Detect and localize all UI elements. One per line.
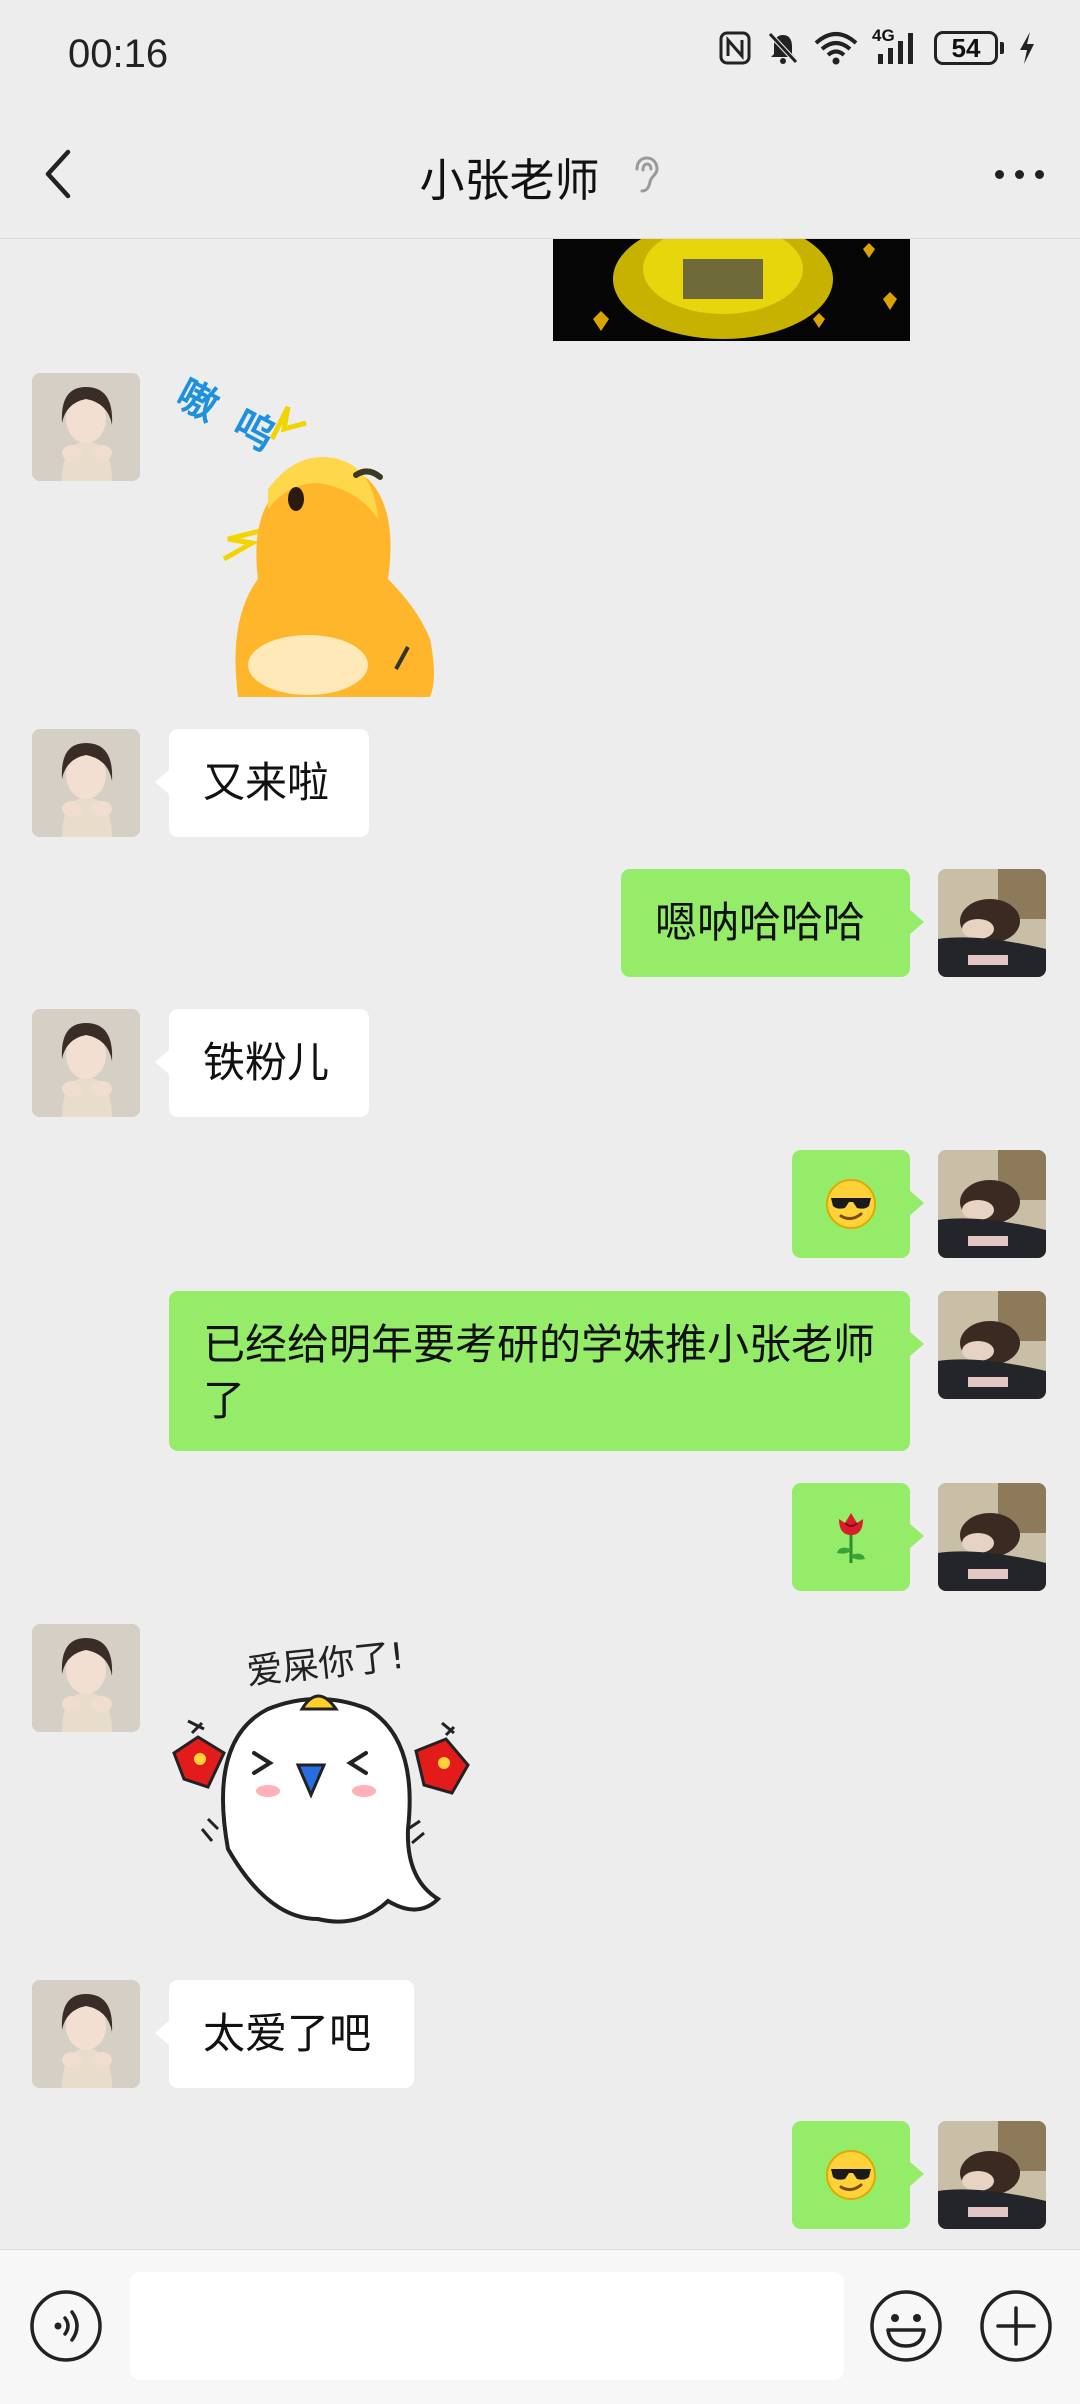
wifi-icon bbox=[814, 32, 858, 65]
input-bar bbox=[0, 2249, 1080, 2404]
mute-bell-icon bbox=[768, 32, 798, 64]
more-functions-button[interactable] bbox=[978, 2288, 1054, 2368]
contact-avatar[interactable] bbox=[32, 1980, 140, 2088]
message-bubble-sent[interactable]: 已经给明年要考研的学妹推小张老师了 bbox=[169, 1291, 924, 1451]
message-text: 太爱了吧 bbox=[203, 2009, 372, 2058]
ghost-sticker[interactable]: 爱屎你了! bbox=[168, 1629, 486, 1947]
contact-avatar[interactable] bbox=[32, 729, 140, 837]
my-avatar[interactable] bbox=[938, 1291, 1046, 1399]
cellular-signal-icon: 4G bbox=[872, 26, 920, 66]
contact-avatar[interactable] bbox=[32, 1009, 140, 1117]
image-message[interactable] bbox=[553, 239, 910, 341]
chat-header: 小张老师 bbox=[0, 112, 1080, 239]
voice-input-button[interactable] bbox=[28, 2288, 104, 2368]
sunglasses-smile-icon bbox=[826, 1179, 876, 1229]
emoji-message-sent[interactable]: 😎 bbox=[792, 1150, 924, 1258]
status-icons: 4G 54 bbox=[718, 26, 1036, 66]
message-text: 铁粉儿 bbox=[203, 1038, 330, 1087]
voice-icon bbox=[30, 2290, 102, 2362]
emoji-button[interactable] bbox=[868, 2288, 944, 2368]
message-text: 嗯呐哈哈哈 bbox=[655, 898, 866, 947]
message-text: 已经给明年要考研的学妹推小张老师了 bbox=[203, 1320, 876, 1425]
message-bubble-sent[interactable]: 嗯呐哈哈哈 bbox=[621, 869, 924, 977]
dot-icon bbox=[1015, 170, 1024, 179]
contact-avatar[interactable] bbox=[32, 1624, 140, 1732]
smiley-icon bbox=[870, 2290, 942, 2362]
dot-icon bbox=[1035, 170, 1044, 179]
battery-level: 54 bbox=[951, 32, 981, 63]
message-bubble-received[interactable]: 太爱了吧 bbox=[155, 1980, 414, 2088]
rose-icon bbox=[837, 1513, 865, 1563]
emoji-message-sent[interactable]: 🌹 bbox=[792, 1483, 924, 1591]
my-avatar[interactable] bbox=[938, 869, 1046, 977]
status-bar: 00:16 4G 54 bbox=[0, 0, 1080, 112]
more-options-button[interactable] bbox=[995, 170, 1044, 179]
my-avatar[interactable] bbox=[938, 2121, 1046, 2229]
message-bubble-received[interactable]: 铁粉儿 bbox=[155, 1009, 369, 1117]
contact-name: 小张老师 bbox=[419, 154, 600, 207]
earpiece-mode-icon bbox=[631, 155, 661, 199]
chick-sticker[interactable]: 嗷呜 bbox=[168, 371, 498, 697]
contact-avatar[interactable] bbox=[32, 373, 140, 481]
sunglasses-smile-icon bbox=[826, 2150, 876, 2200]
nfc-icon bbox=[719, 31, 751, 65]
dot-icon bbox=[995, 170, 1004, 179]
plus-icon bbox=[980, 2290, 1052, 2362]
message-bubble-received[interactable]: 又来啦 bbox=[155, 729, 369, 837]
my-avatar[interactable] bbox=[938, 1150, 1046, 1258]
emoji-message-sent[interactable]: 😎 bbox=[792, 2121, 924, 2229]
my-avatar[interactable] bbox=[938, 1483, 1046, 1591]
status-time: 00:16 bbox=[68, 32, 169, 76]
battery-indicator: 54 bbox=[934, 31, 1004, 65]
message-text: 又来啦 bbox=[203, 758, 330, 807]
charging-icon bbox=[1020, 32, 1034, 64]
message-input[interactable] bbox=[130, 2272, 844, 2380]
message-list[interactable]: 嗷呜 又来啦 嗯呐哈哈哈 铁粉儿 已经给明年要考研的学妹推小张老师了 爱屎你了!… bbox=[0, 239, 1080, 2249]
